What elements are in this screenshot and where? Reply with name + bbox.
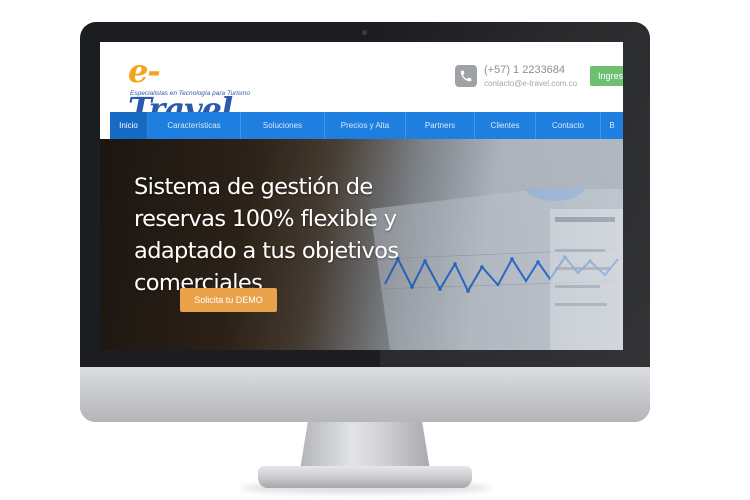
phone-number[interactable]: (+57) 1 2233684 — [484, 64, 565, 76]
site-header: e-Travel Especialistas en Tecnología par… — [100, 42, 623, 128]
logo[interactable]: e-Travel Especialistas en Tecnología par… — [128, 52, 250, 128]
nav-item-partners[interactable]: Partners — [406, 112, 475, 139]
nav-item-contacto[interactable]: Contacto — [536, 112, 601, 139]
logo-tagline: Especialistas en Tecnología para Turismo — [130, 90, 250, 97]
webcam-icon — [362, 30, 367, 35]
logo-e: e- — [128, 52, 155, 90]
main-navigation: Inicio Características Soluciones Precio… — [110, 112, 623, 139]
nav-item-precios[interactable]: Precios y Alta — [325, 112, 406, 139]
hero-title: Sistema de gestión de reservas 100% flex… — [134, 174, 399, 296]
phone-icon — [455, 65, 477, 87]
nav-item-clientes[interactable]: Clientes — [475, 112, 536, 139]
nav-item-blog[interactable]: B — [601, 112, 623, 139]
monitor-stand-base — [258, 466, 472, 488]
contact-email[interactable]: contacto@e-travel.com.co — [484, 79, 577, 88]
nav-item-caracteristicas[interactable]: Características — [148, 112, 241, 139]
nav-item-soluciones[interactable]: Soluciones — [241, 112, 325, 139]
hero-banner: Sistema de gestión de reservas 100% flex… — [100, 139, 623, 350]
request-demo-button[interactable]: Solicita tu DEMO — [180, 288, 277, 312]
login-button[interactable]: Ingresar — [590, 66, 623, 86]
monitor-chin — [80, 367, 650, 422]
monitor-stand-neck — [300, 422, 430, 470]
nav-item-inicio[interactable]: Inicio — [110, 112, 148, 139]
website-screen: e-Travel Especialistas en Tecnología par… — [100, 42, 623, 350]
